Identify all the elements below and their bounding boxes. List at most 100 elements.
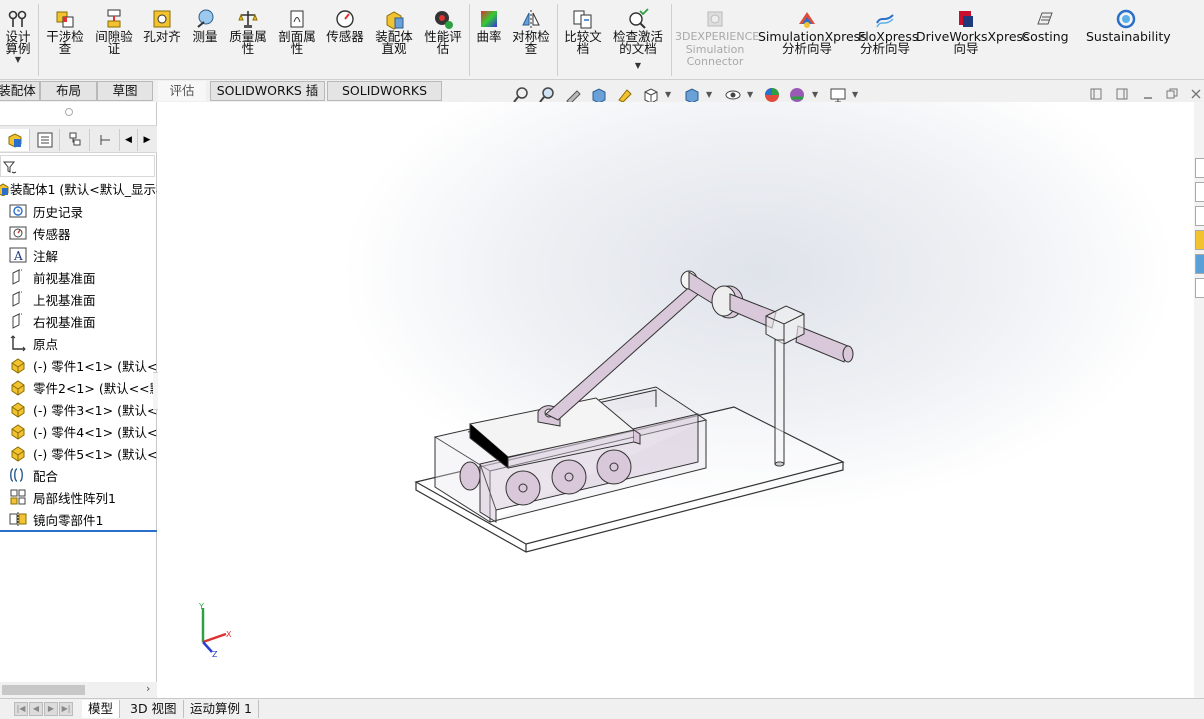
part-icon [9, 378, 27, 396]
tree-item-right-plane[interactable]: 右视基准面 [9, 310, 157, 332]
panel-grip[interactable] [65, 108, 73, 116]
curvature-icon [478, 8, 500, 30]
scroll-right-icon[interactable]: › [146, 682, 150, 695]
graphics-area[interactable]: Y X Z [158, 102, 1194, 698]
task-pane-design-library-icon[interactable] [1195, 206, 1204, 226]
tab-3d-views[interactable]: 3D 视图 [124, 700, 184, 718]
hole-align-icon [151, 8, 173, 30]
floxpress-button[interactable]: FloXpress 分析向导 [858, 6, 918, 76]
tree-item-origin[interactable]: 原点 [9, 332, 157, 354]
restore-icon[interactable] [1164, 86, 1180, 102]
task-pane-home-icon[interactable] [1195, 158, 1204, 178]
simulationxpress-button[interactable]: SimulationXpress 分析向导 [758, 6, 867, 76]
configurationmanager-tab[interactable] [60, 129, 90, 151]
curvature-button[interactable]: 曲率 [472, 6, 506, 76]
tab-scroll-left-icon[interactable]: ◀ [120, 129, 138, 151]
measure-button[interactable]: 测量 [188, 6, 222, 76]
tile-right-icon[interactable] [1114, 86, 1130, 102]
minimize-icon[interactable] [1140, 86, 1156, 102]
section-properties-button[interactable]: 剖面属性 [275, 6, 319, 76]
tab-evaluate[interactable]: 评估 [158, 81, 206, 101]
tree-item-mates[interactable]: 配合 [9, 464, 157, 486]
tree-item-part4[interactable]: (-) 零件4<1> (默认<<默认>_显示状态 1>) [9, 420, 157, 442]
tree-item-top-plane[interactable]: 上视基准面 [9, 288, 157, 310]
horizontal-scrollbar[interactable]: › [0, 682, 157, 698]
driveworksxpress-button[interactable]: DriveWorksXpress 向导 [916, 6, 1030, 76]
svg-text:Z: Z [212, 650, 218, 658]
tile-left-icon[interactable] [1088, 86, 1104, 102]
chevron-down-icon[interactable]: ▼ [812, 90, 818, 99]
tree-item-part2[interactable]: 零件2<1> (默认<<默认>_显示状态 1>) [9, 376, 157, 398]
tree-item-part5[interactable]: (-) 零件5<1> (默认<<默认>_显示状态 1>) [9, 442, 157, 464]
first-tab-icon[interactable]: |◀ [14, 702, 28, 716]
featuremanager-tab[interactable] [0, 129, 30, 151]
tree-item-part3[interactable]: (-) 零件3<1> (默认<<默认>_显示状态 1>) [9, 398, 157, 420]
tree-item-front-plane[interactable]: 前视基准面 [9, 266, 157, 288]
mirror-component-icon [9, 510, 27, 528]
task-pane-custom-properties-icon[interactable] [1195, 278, 1204, 298]
rollback-bar[interactable] [0, 530, 157, 532]
tab-scroll-right-icon[interactable]: ▶ [138, 129, 156, 151]
tree-filter[interactable] [0, 155, 155, 177]
symmetry-icon [520, 8, 542, 30]
chevron-down-icon[interactable]: ▼ [15, 55, 21, 64]
tree-item-annotations[interactable]: A 注解 [9, 244, 157, 266]
dimxpert-tab[interactable] [90, 129, 120, 151]
chevron-down-icon[interactable]: ▼ [635, 61, 641, 70]
tree-root-assembly[interactable]: 装配体1 (默认<默认_显示状态-1>) [0, 180, 157, 200]
tab-layout[interactable]: 布局 [40, 81, 97, 101]
compare-documents-button[interactable]: 比较文档 [561, 6, 605, 76]
scrollbar-thumb[interactable] [2, 685, 85, 695]
tree-item-mirror-component[interactable]: 镜向零部件1 [9, 508, 157, 530]
tab-sketch[interactable]: 草图 [97, 81, 153, 101]
design-study-button[interactable]: 设计算例 ▼ [0, 6, 36, 76]
check-active-icon [627, 8, 649, 30]
svg-text:Y: Y [198, 602, 204, 611]
costing-button[interactable]: Costing [1020, 6, 1070, 76]
task-pane-file-explorer-icon[interactable] [1195, 230, 1204, 250]
tab-assembly[interactable]: 装配体 [0, 81, 40, 101]
simulationxpress-icon [796, 8, 818, 30]
symmetry-check-button[interactable]: 对称检查 [509, 6, 553, 76]
propertymanager-tab[interactable] [30, 129, 60, 151]
last-tab-icon[interactable]: ▶| [59, 702, 73, 716]
tab-solidworks-addins[interactable]: SOLIDWORKS 插件 [210, 81, 325, 116]
tab-motion-study-1[interactable]: 运动算例 1 [184, 700, 259, 718]
command-manager-ribbon: 设计算例 ▼ 干涉检查 间隙验证 孔对齐 测量 质量属性 剖面属性 传感器 装配… [0, 0, 1204, 80]
assembly-model[interactable] [158, 102, 1194, 698]
chevron-down-icon[interactable]: ▼ [706, 90, 712, 99]
measure-icon [194, 8, 216, 30]
hole-alignment-button[interactable]: 孔对齐 [140, 6, 184, 76]
interference-detection-button[interactable]: 干涉检查 [43, 6, 87, 76]
compare-icon [572, 8, 594, 30]
task-pane-resources-icon[interactable] [1195, 182, 1204, 202]
tab-solidworks-mbd[interactable]: SOLIDWORKS MBD [327, 81, 442, 116]
check-active-document-button[interactable]: 检查激活的文档 ▼ [609, 6, 667, 76]
linear-pattern-icon [9, 488, 27, 506]
tree-item-history[interactable]: 历史记录 [9, 200, 157, 222]
sustainability-icon [1115, 8, 1137, 30]
tree-item-part1[interactable]: (-) 零件1<1> (默认<<默认>_显示状态 1>) [9, 354, 157, 376]
sustainability-button[interactable]: Sustainability [1086, 6, 1171, 76]
tree-item-sensors[interactable]: 传感器 [9, 222, 157, 244]
assembly-visualization-button[interactable]: 装配体直观 [371, 6, 417, 76]
task-pane-appearances-icon[interactable] [1195, 254, 1204, 274]
sensor-button[interactable]: 传感器 [323, 6, 367, 76]
chevron-down-icon[interactable]: ▼ [747, 90, 753, 99]
tree-item-linear-pattern[interactable]: 局部线性阵列1 [9, 486, 157, 508]
performance-evaluation-button[interactable]: 性能评估 [420, 6, 466, 76]
next-tab-icon[interactable]: ▶ [44, 702, 58, 716]
design-study-icon [7, 8, 29, 30]
previous-tab-icon[interactable]: ◀ [29, 702, 43, 716]
chevron-down-icon[interactable]: ▼ [665, 90, 671, 99]
driveworks-icon [955, 8, 977, 30]
clearance-verification-button[interactable]: 间隙验证 [92, 6, 136, 76]
3dexperience-simulation-connector-button[interactable]: 3DEXPERIENCE Simulation Connector [675, 6, 759, 76]
close-icon[interactable] [1188, 86, 1204, 102]
tab-model[interactable]: 模型 [82, 700, 121, 718]
chevron-down-icon[interactable]: ▼ [852, 90, 858, 99]
plane-icon [9, 290, 27, 308]
sensor-folder-icon [9, 224, 27, 242]
part-icon [9, 356, 27, 374]
mass-properties-button[interactable]: 质量属性 [226, 6, 270, 76]
